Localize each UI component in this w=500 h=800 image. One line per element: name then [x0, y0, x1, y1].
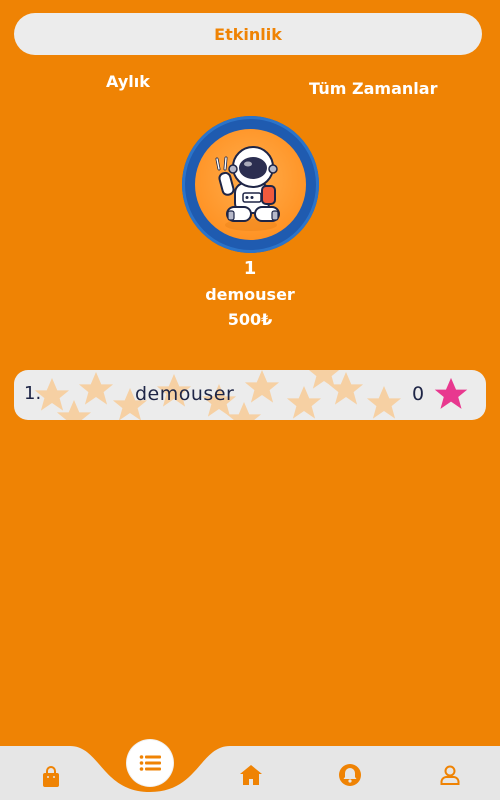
event-header[interactable]: Etkinlik — [14, 13, 482, 55]
tab-all-time[interactable]: Tüm Zamanlar — [309, 79, 437, 98]
list-icon — [139, 755, 161, 771]
top-user-rank: 1 — [243, 258, 257, 279]
astronaut-icon — [215, 146, 280, 231]
star-icon — [434, 377, 468, 409]
home-button[interactable] — [238, 762, 264, 788]
shop-button[interactable] — [38, 764, 64, 790]
profile-button[interactable] — [437, 762, 463, 788]
row-rank: 1. — [24, 383, 42, 404]
user-icon — [440, 765, 460, 785]
bell-icon — [339, 764, 361, 786]
shopping-bag-icon — [43, 766, 59, 787]
tab-monthly[interactable]: Aylık — [106, 72, 150, 91]
row-username: demouser — [135, 383, 235, 405]
top-user-name: demouser — [205, 285, 295, 304]
top-user-avatar — [182, 116, 319, 253]
notifications-button[interactable] — [337, 762, 363, 788]
list-button[interactable] — [127, 740, 173, 786]
top-user-score: 500₺ — [227, 310, 273, 329]
leaderboard-row[interactable]: 1. demouser 0 — [14, 370, 486, 420]
row-score: 0 — [412, 383, 425, 405]
home-icon — [240, 765, 262, 785]
event-title: Etkinlik — [214, 24, 282, 44]
